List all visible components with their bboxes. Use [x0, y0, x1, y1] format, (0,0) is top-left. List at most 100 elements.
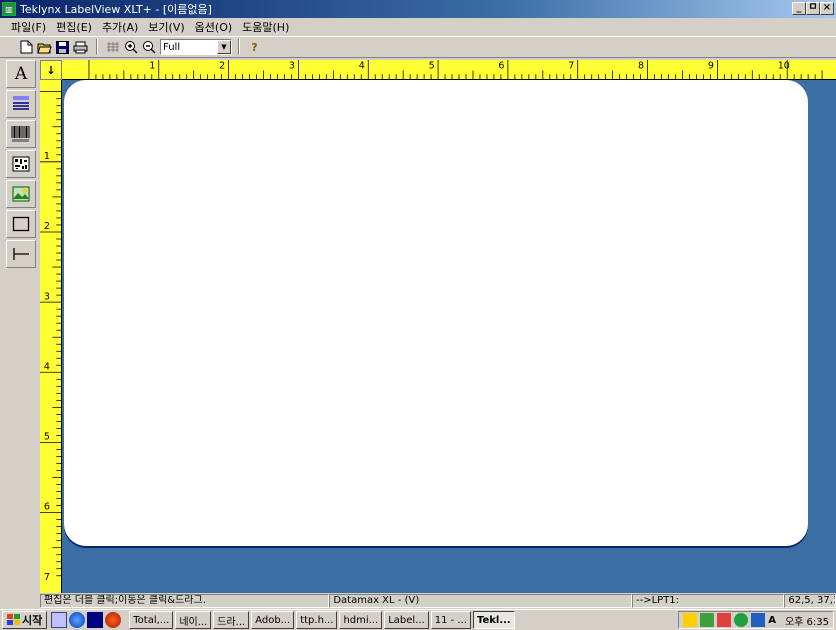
new-document-button[interactable]	[18, 38, 35, 56]
save-button[interactable]	[54, 38, 71, 56]
ruler-label: 10	[778, 61, 790, 72]
zoom-in-button[interactable]	[122, 38, 139, 56]
image-tool-button[interactable]	[6, 180, 36, 208]
2d-barcode-icon	[12, 156, 30, 172]
taskbar-task[interactable]: Adob...	[251, 611, 295, 629]
ruler-label: 6	[498, 61, 504, 72]
tool-palette: A	[6, 60, 38, 590]
paragraph-tool-button[interactable]	[6, 90, 36, 118]
taskbar-task[interactable]: ttp.h...	[296, 611, 338, 629]
menu-view[interactable]: 보기(V)	[143, 19, 189, 35]
taskbar-task[interactable]: Label...	[384, 611, 429, 629]
show-desktop-icon[interactable]	[51, 612, 68, 628]
ruler-corner-button[interactable]: ↓	[40, 60, 62, 80]
rectangle-tool-button[interactable]	[6, 210, 36, 238]
image-icon	[12, 186, 30, 202]
system-tray: A 오후 6:35	[678, 611, 834, 629]
messenger-icon[interactable]	[734, 613, 749, 627]
task-label: 드라...	[217, 616, 246, 628]
window-title: Teklynx LabelView XLT+ - [이름없음]	[20, 3, 212, 16]
open-folder-icon	[37, 43, 52, 53]
taskbar-task[interactable]: 11 - ...	[430, 611, 471, 629]
zoom-in-icon	[124, 41, 137, 54]
line-tool-button[interactable]	[6, 240, 36, 268]
zoom-out-icon	[142, 41, 155, 54]
chevron-down-icon[interactable]: ▼	[217, 40, 231, 54]
menu-options[interactable]: 옵션(O)	[190, 19, 237, 35]
arrow-down-icon: ↓	[46, 63, 56, 77]
status-printer: Datamax XL - (V)	[329, 594, 632, 608]
minimize-button[interactable]: _	[792, 2, 806, 15]
task-label: Tekl...	[476, 614, 511, 626]
paragraph-icon	[13, 96, 29, 110]
close-button[interactable]: ×	[820, 2, 834, 15]
ruler-label: 7	[44, 572, 50, 583]
save-disk-icon[interactable]	[87, 612, 104, 628]
status-port: -->LPT1:	[632, 594, 785, 608]
taskbar-task[interactable]: hdmi...	[339, 611, 383, 629]
grid-button[interactable]	[104, 38, 121, 56]
status-hint: 편집은 더블 클릭;이동은 클릭&드라그.	[40, 594, 330, 608]
task-label: Total,...	[133, 614, 170, 626]
ruler-label: 5	[429, 61, 435, 72]
vertical-ruler: 1 2 3 4 5 6 7	[40, 80, 62, 593]
barcode-icon	[11, 126, 30, 142]
task-label: Adob...	[255, 614, 291, 626]
toolbar-separator	[96, 39, 98, 55]
menu-help[interactable]: 도움말(H)	[237, 19, 294, 35]
toolbar: Full ▼ ?	[0, 36, 836, 58]
label-paper[interactable]	[64, 80, 808, 546]
new-file-icon	[20, 40, 33, 54]
text-tool-button[interactable]: A	[6, 60, 36, 88]
taskbar-task[interactable]: Total,...	[129, 611, 174, 629]
menu-bar: 파일(F) 편집(E) 추가(A) 보기(V) 옵션(O) 도움말(H)	[0, 18, 836, 36]
maximize-button[interactable]: ㅁ	[806, 2, 820, 15]
taskbar-task[interactable]: 네이...	[175, 611, 212, 629]
ruler-label: 1	[44, 151, 50, 162]
ruler-label: 8	[638, 61, 644, 72]
menu-file[interactable]: 파일(F)	[6, 19, 51, 35]
ruler-label: 4	[44, 361, 50, 372]
taskbar-task-active[interactable]: Tekl...	[472, 611, 515, 629]
help-button[interactable]: ?	[246, 38, 263, 56]
horizontal-ruler: 1 2 3 4 5 6 7 8 9 10	[62, 60, 836, 80]
status-bar: 편집은 더블 클릭;이동은 클릭&드라그. Datamax XL - (V) -…	[0, 593, 836, 609]
browser-icon[interactable]	[69, 612, 86, 628]
ruler-label: 3	[44, 291, 50, 302]
printer-icon	[73, 41, 88, 53]
menu-edit[interactable]: 편집(E)	[51, 19, 97, 35]
ruler-label: 2	[219, 61, 225, 72]
grid-icon	[106, 42, 119, 52]
2d-barcode-tool-button[interactable]	[6, 150, 36, 178]
app-icon[interactable]: ▥	[2, 2, 16, 16]
ruler-label: 7	[568, 61, 574, 72]
save-disk-icon	[56, 40, 69, 54]
line-icon	[13, 248, 29, 260]
ime-indicator[interactable]: A	[768, 615, 776, 626]
keyboard-icon[interactable]	[751, 613, 766, 627]
zoom-select[interactable]: Full ▼	[160, 39, 232, 55]
ruler-label: 1	[149, 61, 155, 72]
windows-logo-icon	[7, 614, 20, 625]
network-icon[interactable]	[700, 613, 715, 627]
barcode-tool-button[interactable]	[6, 120, 36, 148]
text-tool-icon: A	[14, 64, 28, 84]
print-button[interactable]	[72, 38, 89, 56]
security-icon[interactable]	[717, 613, 732, 627]
ruler-label: 2	[44, 221, 50, 232]
taskbar-task[interactable]: 드라...	[213, 611, 250, 629]
design-canvas[interactable]	[62, 80, 836, 593]
window-controls: _ ㅁ ×	[792, 2, 834, 15]
open-button[interactable]	[36, 38, 53, 56]
help-question-icon: ?	[251, 40, 258, 54]
task-label: Label...	[388, 614, 425, 626]
rectangle-icon	[12, 216, 30, 232]
clock: 오후 6:35	[784, 616, 829, 628]
taskbar: 시작 Total,... 네이... 드라... Adob... ttp.h..…	[0, 609, 836, 630]
start-button[interactable]: 시작	[2, 611, 48, 629]
media-icon[interactable]	[105, 612, 122, 628]
menu-insert[interactable]: 추가(A)	[97, 19, 143, 35]
zoom-out-button[interactable]	[140, 38, 157, 56]
volume-icon[interactable]	[683, 613, 698, 627]
ruler-label: 6	[44, 502, 50, 513]
